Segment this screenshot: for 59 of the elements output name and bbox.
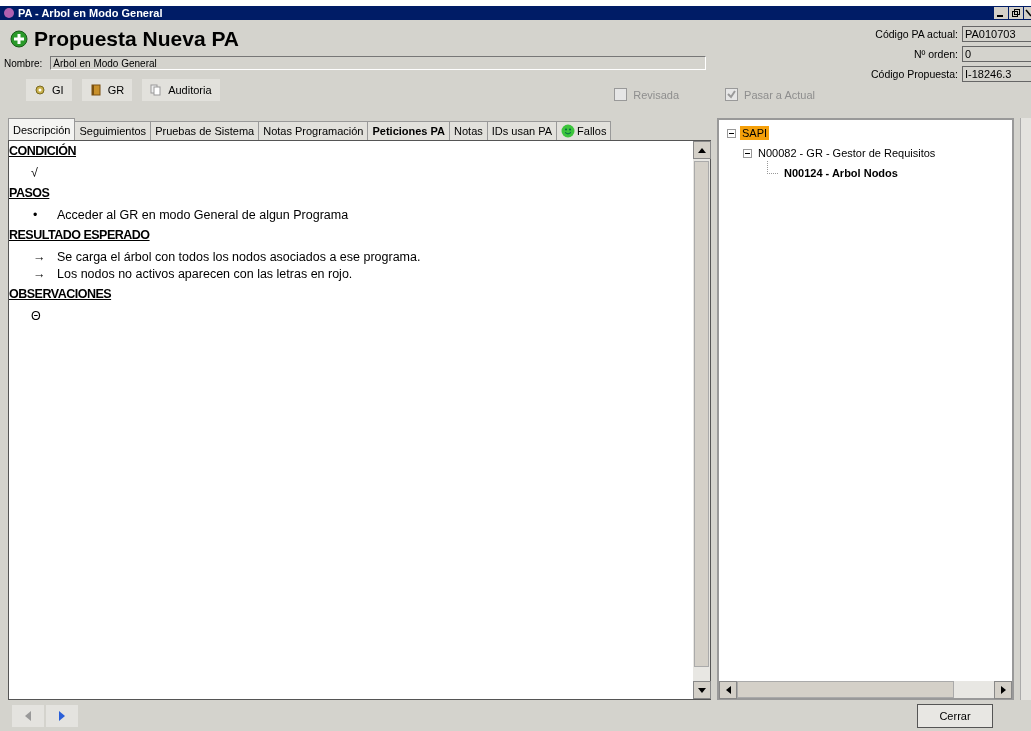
name-field[interactable]: Árbol en Modo General bbox=[50, 56, 707, 70]
tab[interactable]: Peticiones PA bbox=[367, 121, 450, 140]
list-marker: • bbox=[33, 207, 39, 222]
list-marker: → bbox=[33, 266, 47, 281]
list-item-text: Acceder al GR en modo General de algun Programa bbox=[57, 207, 349, 222]
pages-icon bbox=[150, 83, 163, 96]
restore-icon[interactable] bbox=[1009, 7, 1023, 19]
tab[interactable]: Seguimientos bbox=[74, 121, 152, 140]
right-arrow-icon bbox=[59, 710, 65, 721]
tab[interactable]: Notas Programación bbox=[258, 121, 369, 140]
text-field[interactable]: I-18246.3 bbox=[962, 66, 1031, 82]
tree-connector bbox=[767, 160, 778, 174]
field-label: Código Propuesta: bbox=[871, 68, 958, 80]
app-icon bbox=[4, 8, 14, 18]
list-marker: Θ bbox=[31, 308, 42, 323]
smiley-icon bbox=[561, 124, 576, 138]
name-label: Nombre: bbox=[4, 57, 43, 69]
list-marker: √ bbox=[31, 165, 39, 180]
scroll-up-icon[interactable] bbox=[698, 147, 706, 153]
collapse-icon[interactable] bbox=[727, 128, 736, 138]
next-button[interactable] bbox=[46, 704, 78, 727]
gear-icon bbox=[34, 83, 46, 96]
collapse-icon[interactable] bbox=[743, 148, 752, 158]
tree-node[interactable]: N00082 - GR - Gestor de Requisitos bbox=[756, 146, 938, 160]
close-icon[interactable] bbox=[1024, 7, 1031, 19]
section-heading: RESULTADO ESPERADO bbox=[9, 227, 151, 244]
scroll-down-icon[interactable] bbox=[698, 687, 706, 693]
left-arrow-icon bbox=[25, 710, 31, 721]
tab[interactable]: Notas bbox=[449, 121, 488, 140]
list-item-text: Los nodos no activos aparecen con las letras en rojo. bbox=[57, 266, 353, 281]
section-heading: CONDICIÓN bbox=[9, 143, 78, 160]
minimize-icon[interactable] bbox=[994, 7, 1008, 19]
close-button[interactable]: Cerrar bbox=[917, 703, 993, 728]
toolbar-button[interactable]: Auditoria bbox=[142, 78, 220, 101]
tab[interactable]: IDs usan PA bbox=[486, 121, 558, 140]
tab[interactable]: Fallos bbox=[556, 121, 612, 140]
field-label: Código PA actual: bbox=[875, 28, 958, 40]
book-icon bbox=[89, 83, 102, 96]
field-label: Nº orden: bbox=[913, 48, 958, 60]
list-marker: → bbox=[33, 249, 47, 264]
tree-node[interactable]: N00124 - Arbol Nodos bbox=[782, 166, 900, 180]
window-title: PA - Arbol en Modo General bbox=[18, 7, 163, 19]
tree-node[interactable]: SAPI bbox=[740, 126, 770, 140]
list-item-text: Se carga el árbol con todos los nodos asociados a ese programa. bbox=[57, 249, 421, 264]
text-field[interactable]: PA010703 bbox=[962, 26, 1031, 42]
plus-icon bbox=[10, 30, 28, 48]
section-heading: PASOS bbox=[9, 185, 51, 202]
checkmark-icon bbox=[726, 89, 738, 100]
tab[interactable]: Pruebas de Sistema bbox=[150, 121, 260, 140]
scroll-right-icon[interactable] bbox=[1000, 686, 1006, 694]
horizontal-scrollbar[interactable] bbox=[719, 681, 1013, 698]
scroll-left-icon[interactable] bbox=[725, 686, 731, 694]
tab[interactable]: Descripción bbox=[8, 118, 76, 140]
toolbar-button[interactable]: GR bbox=[81, 78, 133, 101]
toolbar-button[interactable]: GI bbox=[26, 78, 72, 101]
text-field[interactable]: 0 bbox=[962, 46, 1031, 62]
vertical-scrollbar[interactable] bbox=[693, 141, 710, 699]
section-heading: OBSERVACIONES bbox=[9, 286, 113, 303]
form-title: Propuesta Nueva PA bbox=[34, 27, 239, 51]
